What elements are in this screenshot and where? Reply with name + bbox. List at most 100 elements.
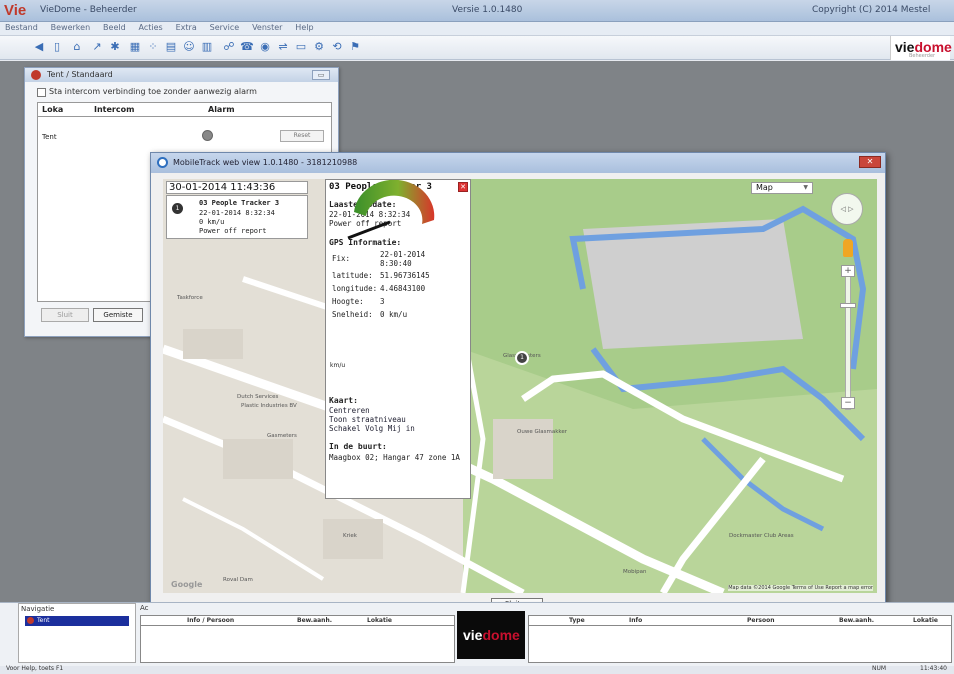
map-label: Plastic Industries BV bbox=[241, 403, 297, 409]
tracker-list-item[interactable]: 1 03 People Tracker 3 22-01-2014 8:32:34… bbox=[166, 195, 308, 239]
tent-window-titlebar[interactable]: Tent / Standaard ▭ bbox=[25, 68, 338, 82]
intercom-checkbox-label: Sta intercom verbinding toe zonder aanwe… bbox=[49, 87, 257, 96]
tracker-date: 22-01-2014 8:32:34 bbox=[199, 209, 275, 217]
app-copyright: Copyright (C) 2014 Mestel bbox=[812, 5, 931, 15]
col-intercom: Intercom bbox=[94, 105, 135, 114]
history-header: Type Info Persoon Bew.aanh. Lokatie bbox=[529, 616, 951, 626]
longitude-value: 4.46843100 bbox=[380, 284, 426, 293]
map-label: Dutch Services bbox=[237, 394, 279, 400]
fix-time: 8:30:40 bbox=[380, 259, 412, 268]
intercom-checkbox[interactable] bbox=[37, 88, 46, 97]
fix-date: 22-01-2014 bbox=[380, 250, 426, 259]
map-attribution[interactable]: Map data ©2014 Google Terms of Use Repor… bbox=[728, 585, 873, 591]
speed-label: Snelheid: bbox=[332, 310, 373, 319]
gauge-unit: km/u bbox=[330, 362, 346, 369]
menu-service[interactable]: Service bbox=[205, 22, 245, 33]
pan-control[interactable]: ◁ ▷ bbox=[831, 193, 863, 225]
col-persoon: Persoon bbox=[747, 617, 775, 624]
map-type-select[interactable]: Map ▼ bbox=[751, 182, 813, 194]
height-label: Hoogte: bbox=[332, 297, 364, 306]
radio-icon[interactable]: ◉ bbox=[258, 40, 272, 54]
navigation-panel: Navigatie Tent bbox=[18, 603, 136, 663]
missed-button[interactable]: Gemiste bbox=[93, 308, 143, 322]
street-view-pegman-icon[interactable] bbox=[843, 239, 853, 257]
home-icon[interactable]: ⌂ bbox=[70, 40, 84, 54]
flag-icon[interactable]: ⚑ bbox=[348, 40, 362, 54]
menu-help[interactable]: Help bbox=[290, 22, 318, 33]
zoom-slider-track[interactable] bbox=[845, 265, 851, 410]
menu-extra[interactable]: Extra bbox=[171, 22, 202, 33]
longitude-label: longitude: bbox=[332, 284, 378, 293]
map-canvas bbox=[163, 179, 877, 593]
phone-icon[interactable]: ☎ bbox=[240, 40, 254, 54]
menu-beeld[interactable]: Beeld bbox=[98, 22, 131, 33]
menu-bar: Bestand Bewerken Beeld Acties Extra Serv… bbox=[0, 22, 954, 36]
title-bar: Vie VieDome - Beheerder Versie 1.0.1480 … bbox=[0, 0, 954, 22]
google-logo: Google bbox=[171, 580, 203, 589]
map-label: Ouwe Glasmakker bbox=[517, 429, 568, 435]
pen-icon[interactable]: ↗ bbox=[90, 40, 104, 54]
col-lokatie: Lokatie bbox=[367, 617, 392, 624]
fix-label: Fix: bbox=[332, 254, 351, 263]
grid-icon[interactable]: ⁘ bbox=[146, 40, 160, 54]
zoom-out-button[interactable]: − bbox=[841, 397, 855, 409]
map-window-close-icon[interactable]: ✕ bbox=[859, 156, 881, 168]
map-window-title: MobileTrack web view 1.0.1480 - 31812109… bbox=[173, 158, 358, 167]
status-bar: Voor Help, toets F1 NUM 11:43:40 bbox=[0, 665, 954, 674]
alarm-reset-button[interactable]: Reset bbox=[280, 130, 324, 142]
document-icon[interactable]: ▯ bbox=[50, 40, 64, 54]
sync-icon[interactable]: ⟲ bbox=[330, 40, 344, 54]
tent-close-button[interactable]: Sluit bbox=[41, 308, 89, 322]
col-bew-aanh-2: Bew.aanh. bbox=[839, 617, 875, 624]
chart-icon[interactable]: ▥ bbox=[200, 40, 214, 54]
col-alarm: Alarm bbox=[208, 105, 235, 114]
history-table[interactable]: Type Info Persoon Bew.aanh. Lokatie bbox=[528, 615, 952, 663]
calendar-icon[interactable]: ▦ bbox=[128, 40, 142, 54]
col-bew-aanh: Bew.aanh. bbox=[297, 617, 333, 624]
back-icon[interactable]: ◀ bbox=[32, 40, 46, 54]
zoom-slider-thumb[interactable] bbox=[840, 303, 856, 308]
menu-bewerken[interactable]: Bewerken bbox=[46, 22, 96, 33]
zoom-in-button[interactable]: + bbox=[841, 265, 855, 277]
menu-venster[interactable]: Venster bbox=[247, 22, 287, 33]
user-icon[interactable]: ☺ bbox=[182, 40, 196, 54]
bottom-panel: Navigatie Tent Ac Info / Persoon Bew.aan… bbox=[0, 602, 954, 666]
tent-grid-header: Loka Intercom Alarm bbox=[38, 103, 331, 117]
window-title: VieDome - Beheerder bbox=[40, 5, 137, 15]
tracker-marker[interactable]: 1 bbox=[515, 351, 529, 365]
chevron-down-icon: ▼ bbox=[803, 184, 808, 191]
tool-icon[interactable]: ✱ bbox=[108, 40, 122, 54]
active-calls-table[interactable]: Info / Persoon Bew.aanh. Lokatie bbox=[140, 615, 455, 663]
settings-icon[interactable]: ⚙ bbox=[312, 40, 326, 54]
intercom-status-icon[interactable] bbox=[202, 130, 213, 141]
menu-bestand[interactable]: Bestand bbox=[0, 22, 43, 33]
datetime-display: 30-01-2014 11:43:36 bbox=[166, 181, 308, 194]
map-action-follow[interactable]: Schakel Volg Mij in bbox=[329, 424, 415, 433]
tent-window-close-button[interactable]: ▭ bbox=[312, 70, 330, 80]
nearby-label: In de buurt: bbox=[329, 442, 387, 451]
map-window-titlebar[interactable]: MobileTrack web view 1.0.1480 - 31812109… bbox=[151, 153, 885, 173]
monitor-icon[interactable]: ▭ bbox=[294, 40, 308, 54]
navigation-label: Navigatie bbox=[21, 605, 55, 613]
brand-logo: viedome Beheerder bbox=[890, 36, 952, 60]
status-time: 11:43:40 bbox=[920, 665, 947, 672]
speed-gauge bbox=[347, 180, 435, 240]
col-loka: Loka bbox=[42, 105, 64, 114]
link-icon[interactable]: ⇌ bbox=[276, 40, 290, 54]
height-value: 3 bbox=[380, 297, 385, 306]
map-window: MobileTrack web view 1.0.1480 - 31812109… bbox=[150, 152, 886, 616]
map-label: Taskforce bbox=[177, 295, 203, 301]
map-action-streetview[interactable]: Toon straatniveau bbox=[329, 415, 406, 424]
map-view[interactable]: Taskforce Dutch Services Plastic Industr… bbox=[163, 179, 877, 593]
menu-acties[interactable]: Acties bbox=[134, 22, 168, 33]
status-num: NUM bbox=[872, 665, 887, 672]
nav-item-tent[interactable]: Tent bbox=[25, 616, 129, 626]
app-logo: Vie bbox=[4, 2, 27, 19]
table-icon[interactable]: ▤ bbox=[164, 40, 178, 54]
network-icon[interactable]: ☍ bbox=[222, 40, 236, 54]
toolbar: ◀ ▯ ⌂ ↗ ✱ ▦ ⁘ ▤ ☺ ▥ ☍ ☎ ◉ ⇌ ▭ ⚙ ⟲ ⚑ vied… bbox=[0, 36, 954, 60]
map-label: Roval Dam bbox=[223, 577, 253, 583]
map-action-center[interactable]: Centreren bbox=[329, 406, 370, 415]
info-close-icon[interactable]: ✕ bbox=[458, 182, 468, 192]
tracker-name: 03 People Tracker 3 bbox=[199, 199, 280, 207]
